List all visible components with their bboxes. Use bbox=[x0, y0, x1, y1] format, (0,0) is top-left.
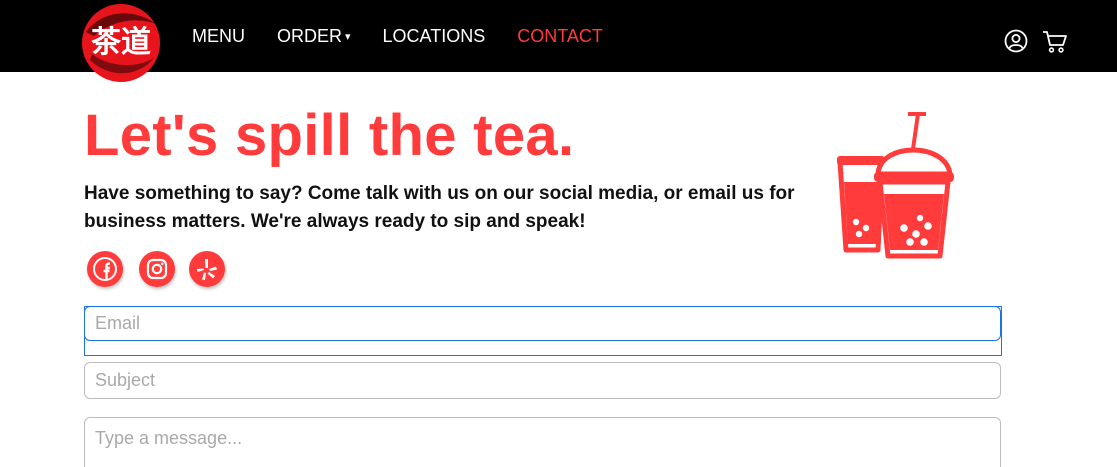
brand-logo-icon[interactable]: 茶道 bbox=[80, 2, 162, 84]
nav-order-label: ORDER bbox=[277, 25, 343, 46]
main-nav: MENU ORDER ▾ LOCATIONS CONTACT bbox=[192, 0, 635, 72]
top-navigation-bar: 茶道 MENU ORDER ▾ LOCATIONS CONTACT bbox=[0, 0, 1117, 82]
instagram-link[interactable] bbox=[139, 251, 175, 287]
instagram-icon bbox=[146, 258, 168, 280]
user-circle-icon[interactable] bbox=[1004, 29, 1028, 53]
nav-contact-label: CONTACT bbox=[517, 25, 603, 46]
email-focus-outline bbox=[84, 306, 1002, 356]
yelp-icon bbox=[197, 259, 217, 280]
chevron-down-icon: ▾ bbox=[345, 30, 351, 43]
nav-contact[interactable]: CONTACT bbox=[517, 26, 603, 47]
bubble-tea-cups-icon bbox=[837, 112, 954, 259]
facebook-link[interactable] bbox=[87, 251, 123, 287]
facebook-icon bbox=[93, 257, 117, 281]
subject-input[interactable] bbox=[84, 362, 1001, 399]
nav-menu-label: MENU bbox=[192, 25, 245, 46]
message-textarea[interactable] bbox=[84, 417, 1001, 467]
yelp-link[interactable] bbox=[189, 251, 225, 287]
nav-locations[interactable]: LOCATIONS bbox=[383, 26, 486, 47]
intro-text: Have something to say? Come talk with us… bbox=[84, 183, 795, 232]
email-input[interactable] bbox=[84, 306, 1001, 341]
nav-locations-label: LOCATIONS bbox=[382, 25, 486, 46]
logo-text: 茶道 bbox=[91, 25, 151, 60]
nav-order[interactable]: ORDER ▾ bbox=[277, 26, 351, 47]
page-title: Let's spill the tea. bbox=[84, 103, 575, 168]
shopping-cart-icon[interactable] bbox=[1042, 30, 1068, 54]
nav-menu[interactable]: MENU bbox=[192, 26, 245, 47]
